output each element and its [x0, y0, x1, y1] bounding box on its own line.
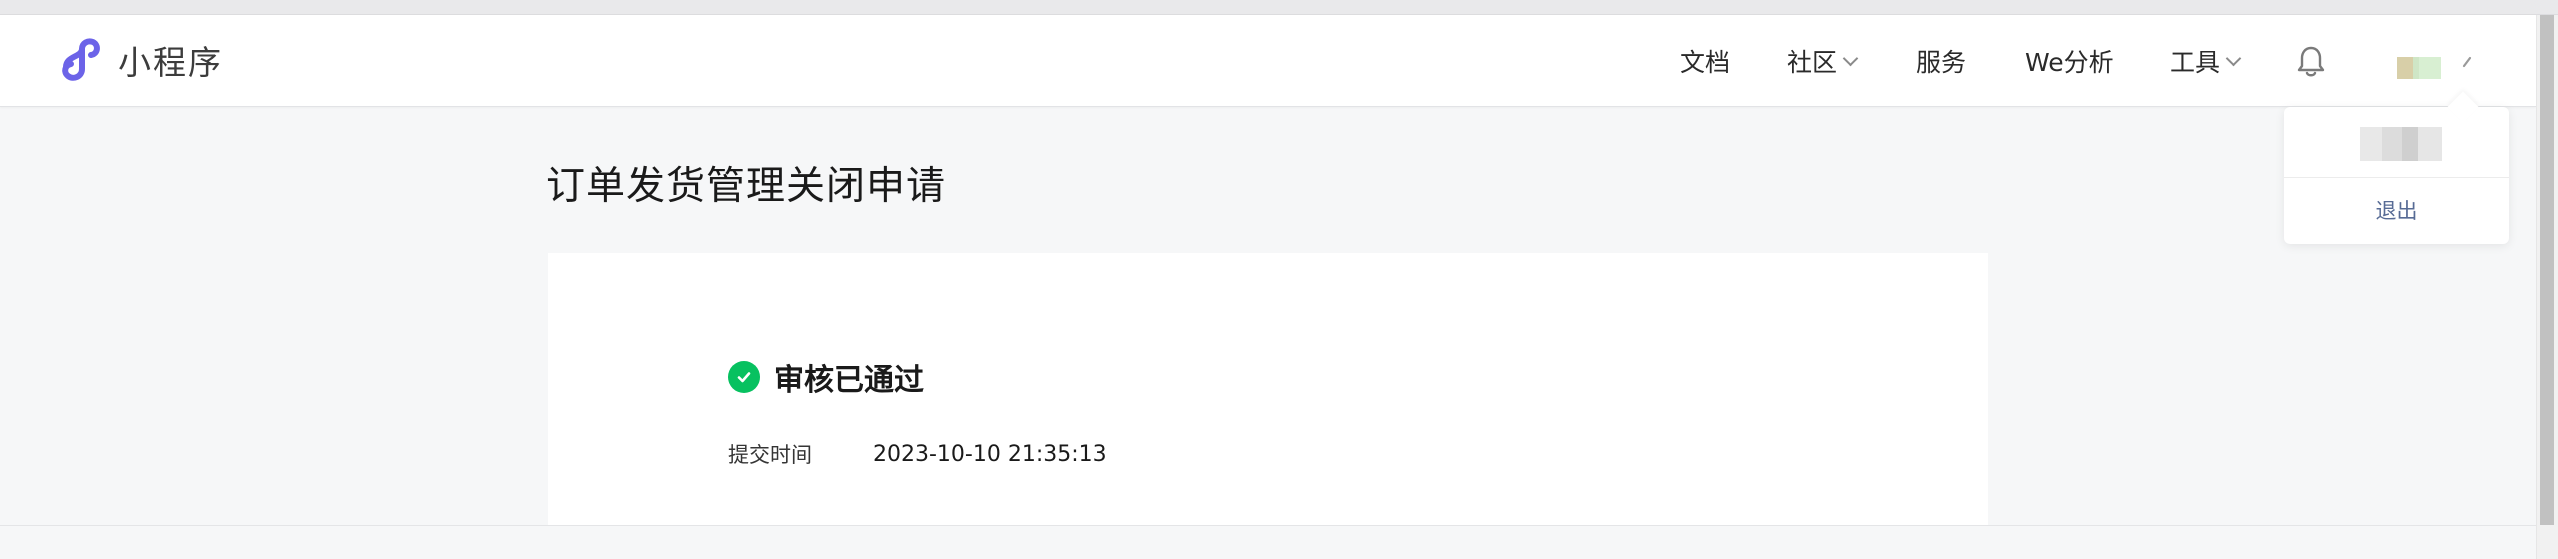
submit-time-row: 提交时间 2023-10-10 21:35:13: [728, 439, 1107, 469]
user-nickname: [2360, 127, 2442, 161]
bell-icon[interactable]: [2296, 44, 2326, 78]
submit-time-value: 2023-10-10 21:35:13: [873, 441, 1107, 467]
avatar[interactable]: [2397, 57, 2441, 79]
logo[interactable]: 小程序: [56, 35, 223, 85]
nav-docs[interactable]: 文档: [1680, 15, 1730, 107]
scrollbar-thumb[interactable]: [2540, 15, 2554, 525]
user-dropdown-menu: 退出: [2284, 107, 2509, 244]
browser-top-edge: [0, 0, 2558, 15]
chevron-down-icon: [2225, 50, 2242, 66]
chevron-down-icon: [1842, 50, 1859, 66]
nav-tools-label: 工具: [2170, 48, 2221, 77]
nav-community-label: 社区: [1787, 48, 1838, 77]
status-text: 审核已通过: [774, 363, 924, 398]
footer-strip: [0, 525, 2536, 559]
top-header: 小程序 文档 社区 服务 We分析 工具: [0, 15, 2536, 107]
nav-community[interactable]: 社区: [1787, 15, 1859, 107]
app-frame: 小程序 文档 社区 服务 We分析 工具 退出 订单发货管理关闭申请 审核已通过…: [0, 0, 2558, 559]
page-title: 订单发货管理关闭申请: [546, 164, 947, 209]
nav-services-label: 服务: [1916, 48, 1967, 77]
dropdown-divider: [2284, 177, 2509, 178]
nav-docs-label: 文档: [1680, 48, 1731, 77]
logout-link[interactable]: 退出: [2284, 195, 2509, 225]
nav-services[interactable]: 服务: [1916, 15, 1966, 107]
success-check-icon: [728, 361, 760, 393]
submit-time-label: 提交时间: [728, 443, 812, 467]
nav-tools[interactable]: 工具: [2170, 15, 2242, 107]
nav-we-analytics[interactable]: We分析: [2025, 15, 2114, 107]
account-chevron-icon[interactable]: [2461, 55, 2473, 69]
nav-we-analytics-label: We分析: [2025, 48, 2114, 77]
result-card: 审核已通过 提交时间 2023-10-10 21:35:13: [548, 253, 1988, 525]
miniprogram-logo-icon: [62, 38, 100, 81]
status-row: 审核已通过: [728, 355, 924, 399]
logo-text: 小程序: [118, 43, 223, 82]
